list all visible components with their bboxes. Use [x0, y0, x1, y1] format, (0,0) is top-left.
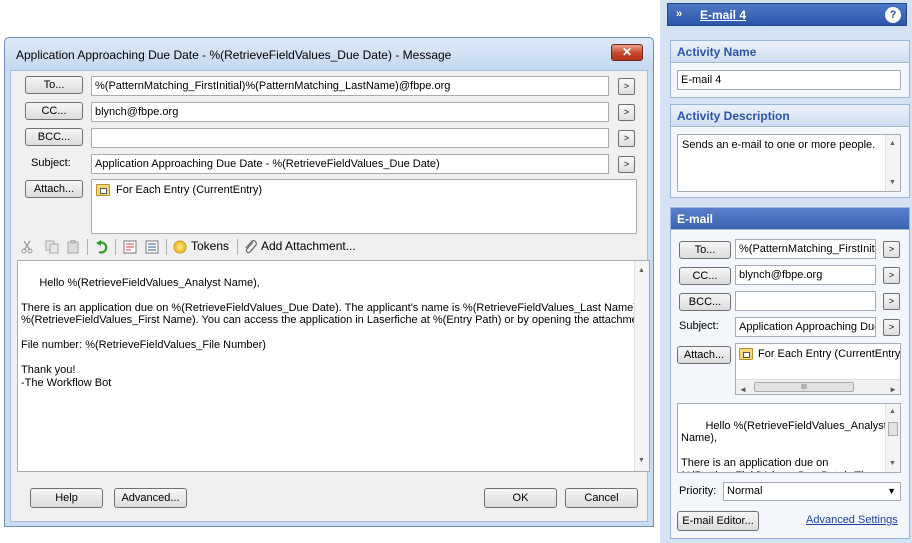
- ok-button[interactable]: OK: [484, 488, 557, 508]
- panel-attachment-item[interactable]: For Each Entry (CurrentEntry): [758, 345, 900, 363]
- activity-description-title: Activity Description: [671, 105, 909, 127]
- panel-to-field[interactable]: %(PatternMatching_FirstInitia: [735, 239, 876, 259]
- dropdown-arrow-icon: ▼: [887, 486, 896, 496]
- advanced-settings-link[interactable]: Advanced Settings: [806, 514, 898, 526]
- message-body-text: Hello %(RetrieveFieldValues_Analyst Name…: [21, 276, 650, 389]
- scroll-up-icon[interactable]: ▲: [889, 406, 896, 419]
- panel-subject-label: Subject:: [679, 320, 719, 332]
- subject-expand-button[interactable]: >: [618, 156, 635, 173]
- cc-expand-button[interactable]: >: [618, 104, 635, 121]
- priority-label: Priority:: [679, 485, 717, 497]
- panel-bcc-field[interactable]: [735, 291, 876, 311]
- scroll-up-icon[interactable]: ▲: [638, 265, 645, 278]
- body-scrollbar[interactable]: ▲ ▼: [634, 261, 649, 471]
- panel-body-scrollbar[interactable]: ▲ ▼: [885, 404, 900, 472]
- folder-icon: [96, 184, 110, 196]
- paste-icon[interactable]: [67, 239, 81, 254]
- add-attachment-button[interactable]: Add Attachment...: [261, 239, 356, 253]
- to-button[interactable]: To...: [25, 76, 83, 94]
- panel-to-expand-button[interactable]: >: [883, 241, 900, 258]
- activity-name-section: Activity Name E-mail 4: [670, 40, 910, 98]
- dialog-client: To... %(PatternMatching_FirstInitial)%(P…: [10, 70, 650, 522]
- copy-icon[interactable]: [45, 240, 59, 254]
- collapse-chevron-icon[interactable]: »: [676, 8, 682, 20]
- message-dialog: Application Approaching Due Date - %(Ret…: [4, 37, 654, 527]
- activity-name-input[interactable]: E-mail 4: [677, 70, 901, 90]
- email-section: E-mail To... %(PatternMatching_FirstInit…: [670, 207, 910, 539]
- activity-description-text: Sends an e-mail to one or more people.: [682, 139, 876, 151]
- scroll-thumb[interactable]: [888, 422, 898, 436]
- close-icon[interactable]: ✕: [611, 44, 643, 61]
- cut-icon[interactable]: [21, 240, 35, 254]
- panel-attach-button[interactable]: Attach...: [677, 346, 731, 364]
- activity-description-input[interactable]: Sends an e-mail to one or more people. ▲…: [677, 134, 901, 192]
- attachment-hscrollbar[interactable]: ◄ III ►: [736, 379, 900, 394]
- scroll-right-icon[interactable]: ►: [889, 381, 897, 394]
- message-body[interactable]: Hello %(RetrieveFieldValues_Analyst Name…: [17, 260, 650, 472]
- to-field[interactable]: %(PatternMatching_FirstInitial)%(Pattern…: [91, 76, 609, 96]
- description-scrollbar[interactable]: ▲ ▼: [885, 135, 900, 191]
- to-expand-button[interactable]: >: [618, 78, 635, 95]
- toolbar-separator: [237, 239, 238, 255]
- panel-title-link[interactable]: E-mail 4: [700, 8, 746, 22]
- panel-cc-expand-button[interactable]: >: [883, 267, 900, 284]
- properties-panel: » E-mail 4 ? Activity Name E-mail 4 Acti…: [660, 0, 912, 543]
- cc-button[interactable]: CC...: [25, 102, 83, 120]
- subject-field[interactable]: Application Approaching Due Date - %(Ret…: [91, 154, 609, 174]
- insert-field-icon[interactable]: [123, 240, 137, 254]
- insert-table-icon[interactable]: [145, 240, 159, 254]
- tokens-button[interactable]: Tokens: [191, 239, 229, 253]
- attachment-list[interactable]: For Each Entry (CurrentEntry): [91, 179, 637, 234]
- panel-cc-button[interactable]: CC...: [679, 267, 731, 285]
- attach-button[interactable]: Attach...: [25, 180, 83, 198]
- scroll-thumb[interactable]: III: [754, 382, 854, 392]
- priority-select[interactable]: Normal ▼: [723, 482, 901, 501]
- cancel-button[interactable]: Cancel: [565, 488, 638, 508]
- email-editor-button[interactable]: E-mail Editor...: [677, 511, 759, 531]
- scroll-down-icon[interactable]: ▼: [889, 176, 896, 189]
- dialog-title: Application Approaching Due Date - %(Ret…: [16, 48, 452, 62]
- panel-header: » E-mail 4 ?: [667, 3, 907, 26]
- paperclip-icon[interactable]: [244, 240, 258, 254]
- tokens-icon[interactable]: [173, 240, 187, 254]
- panel-subject-expand-button[interactable]: >: [883, 319, 900, 336]
- advanced-button[interactable]: Advanced...: [114, 488, 187, 508]
- folder-icon: [739, 348, 753, 360]
- panel-bcc-expand-button[interactable]: >: [883, 293, 900, 310]
- toolbar-separator: [115, 239, 116, 255]
- panel-message-body-text: Hello %(RetrieveFieldValues_Analyst Name…: [681, 419, 887, 473]
- scroll-up-icon[interactable]: ▲: [889, 137, 896, 150]
- activity-description-section: Activity Description Sends an e-mail to …: [670, 104, 910, 198]
- panel-bcc-button[interactable]: BCC...: [679, 293, 731, 311]
- undo-icon[interactable]: [95, 240, 109, 254]
- attachment-item[interactable]: For Each Entry (CurrentEntry): [116, 184, 262, 196]
- panel-message-body[interactable]: Hello %(RetrieveFieldValues_Analyst Name…: [677, 403, 901, 473]
- bcc-expand-button[interactable]: >: [618, 130, 635, 147]
- scroll-down-icon[interactable]: ▼: [638, 455, 645, 468]
- activity-name-title: Activity Name: [671, 41, 909, 63]
- editor-toolbar: Tokens Add Attachment...: [17, 237, 647, 257]
- help-button[interactable]: Help: [30, 488, 103, 508]
- toolbar-separator: [166, 239, 167, 255]
- priority-value: Normal: [727, 485, 763, 497]
- toolbar-separator: [87, 239, 88, 255]
- panel-cc-field[interactable]: blynch@fbpe.org: [735, 265, 876, 285]
- help-icon[interactable]: ?: [885, 7, 901, 23]
- panel-subject-field[interactable]: Application Approaching Due: [735, 317, 876, 337]
- scroll-left-icon[interactable]: ◄: [739, 381, 747, 394]
- subject-label: Subject:: [31, 157, 71, 169]
- bcc-button[interactable]: BCC...: [25, 128, 83, 146]
- panel-to-button[interactable]: To...: [679, 241, 731, 259]
- cc-field[interactable]: blynch@fbpe.org: [91, 102, 609, 122]
- panel-attachment-list[interactable]: For Each Entry (CurrentEntry) ◄ III ►: [735, 343, 901, 395]
- bcc-field[interactable]: [91, 128, 609, 148]
- email-section-title: E-mail: [671, 208, 909, 230]
- scroll-down-icon[interactable]: ▼: [889, 458, 896, 471]
- dialog-titlebar[interactable]: Application Approaching Due Date - %(Ret…: [5, 38, 653, 70]
